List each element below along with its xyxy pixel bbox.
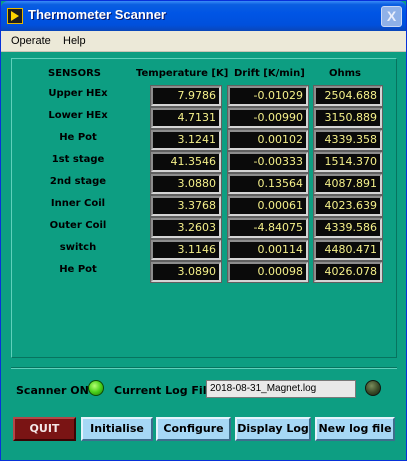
ohms-indicator: 4023.639 (313, 195, 383, 217)
sensor-label: 1st stage (51, 154, 105, 165)
new-log-file-button[interactable]: New log file (315, 417, 395, 441)
ohms-indicator: 4480.471 (313, 239, 383, 261)
ohms-indicator: 2504.688 (313, 85, 383, 107)
temperature-indicator: 3.0880 (150, 173, 222, 195)
header-drift: Drift [K/min] (234, 68, 305, 79)
scanner-on-label: Scanner ON (16, 384, 89, 397)
sensor-label: switch (59, 242, 97, 253)
drift-indicator: 0.13564 (227, 173, 309, 195)
sensor-label: He Pot (59, 264, 97, 275)
drift-indicator: 0.00102 (227, 129, 309, 151)
sensor-label: He Pot (59, 132, 97, 143)
labview-app-icon (7, 8, 23, 24)
drift-indicator: 0.00098 (227, 261, 309, 283)
temperature-indicator: 3.1146 (150, 239, 222, 261)
menu-operate[interactable]: Operate (11, 35, 51, 47)
ohms-indicator: 1514.370 (313, 151, 383, 173)
drift-indicator: 0.00061 (227, 195, 309, 217)
temperature-indicator: 3.3768 (150, 195, 222, 217)
sensor-label: Inner Coil (50, 198, 106, 209)
header-sensors: SENSORS (48, 68, 102, 79)
header-ohms: Ohms (329, 68, 361, 79)
drift-indicator: -0.01029 (227, 85, 309, 107)
log-led-icon (365, 380, 381, 396)
header-temperature: Temperature [K] (136, 68, 229, 79)
temperature-indicator: 4.7131 (150, 107, 222, 129)
drift-indicator: -0.00990 (227, 107, 309, 129)
log-file-field[interactable]: 2018-08-31_Magnet.log (206, 380, 356, 398)
temperature-indicator: 3.1241 (150, 129, 222, 151)
current-log-file-label: Current Log File (114, 384, 214, 397)
window-title: Thermometer Scanner (28, 7, 166, 22)
sensor-label: Upper HEx (48, 88, 108, 99)
ohms-indicator: 4026.078 (313, 261, 383, 283)
configure-button[interactable]: Configure (156, 417, 231, 441)
ohms-indicator: 4339.586 (313, 217, 383, 239)
menu-help[interactable]: Help (63, 35, 86, 47)
scanner-on-led-icon (88, 380, 104, 396)
close-button[interactable]: X (381, 6, 402, 27)
app-window: Thermometer Scanner X Operate Help SENSO… (0, 0, 407, 461)
drift-indicator: 0.00114 (227, 239, 309, 261)
ohms-indicator: 4087.891 (313, 173, 383, 195)
ohms-indicator: 4339.358 (313, 129, 383, 151)
drift-indicator: -0.00333 (227, 151, 309, 173)
temperature-indicator: 7.9786 (150, 85, 222, 107)
sensor-label: 2nd stage (49, 176, 107, 187)
quit-button[interactable]: QUIT (13, 417, 76, 441)
sensor-label: Outer Coil (49, 220, 107, 231)
display-log-button[interactable]: Display Log (235, 417, 311, 441)
sensor-label: Lower HEx (48, 110, 108, 121)
ohms-indicator: 3150.889 (313, 107, 383, 129)
title-bar[interactable]: Thermometer Scanner X (1, 1, 406, 31)
drift-indicator: -4.84075 (227, 217, 309, 239)
section-divider (11, 367, 397, 369)
menu-bar: Operate Help (1, 31, 406, 52)
temperature-indicator: 3.2603 (150, 217, 222, 239)
initialise-button[interactable]: Initialise (81, 417, 153, 441)
temperature-indicator: 3.0890 (150, 261, 222, 283)
temperature-indicator: 41.3546 (150, 151, 222, 173)
